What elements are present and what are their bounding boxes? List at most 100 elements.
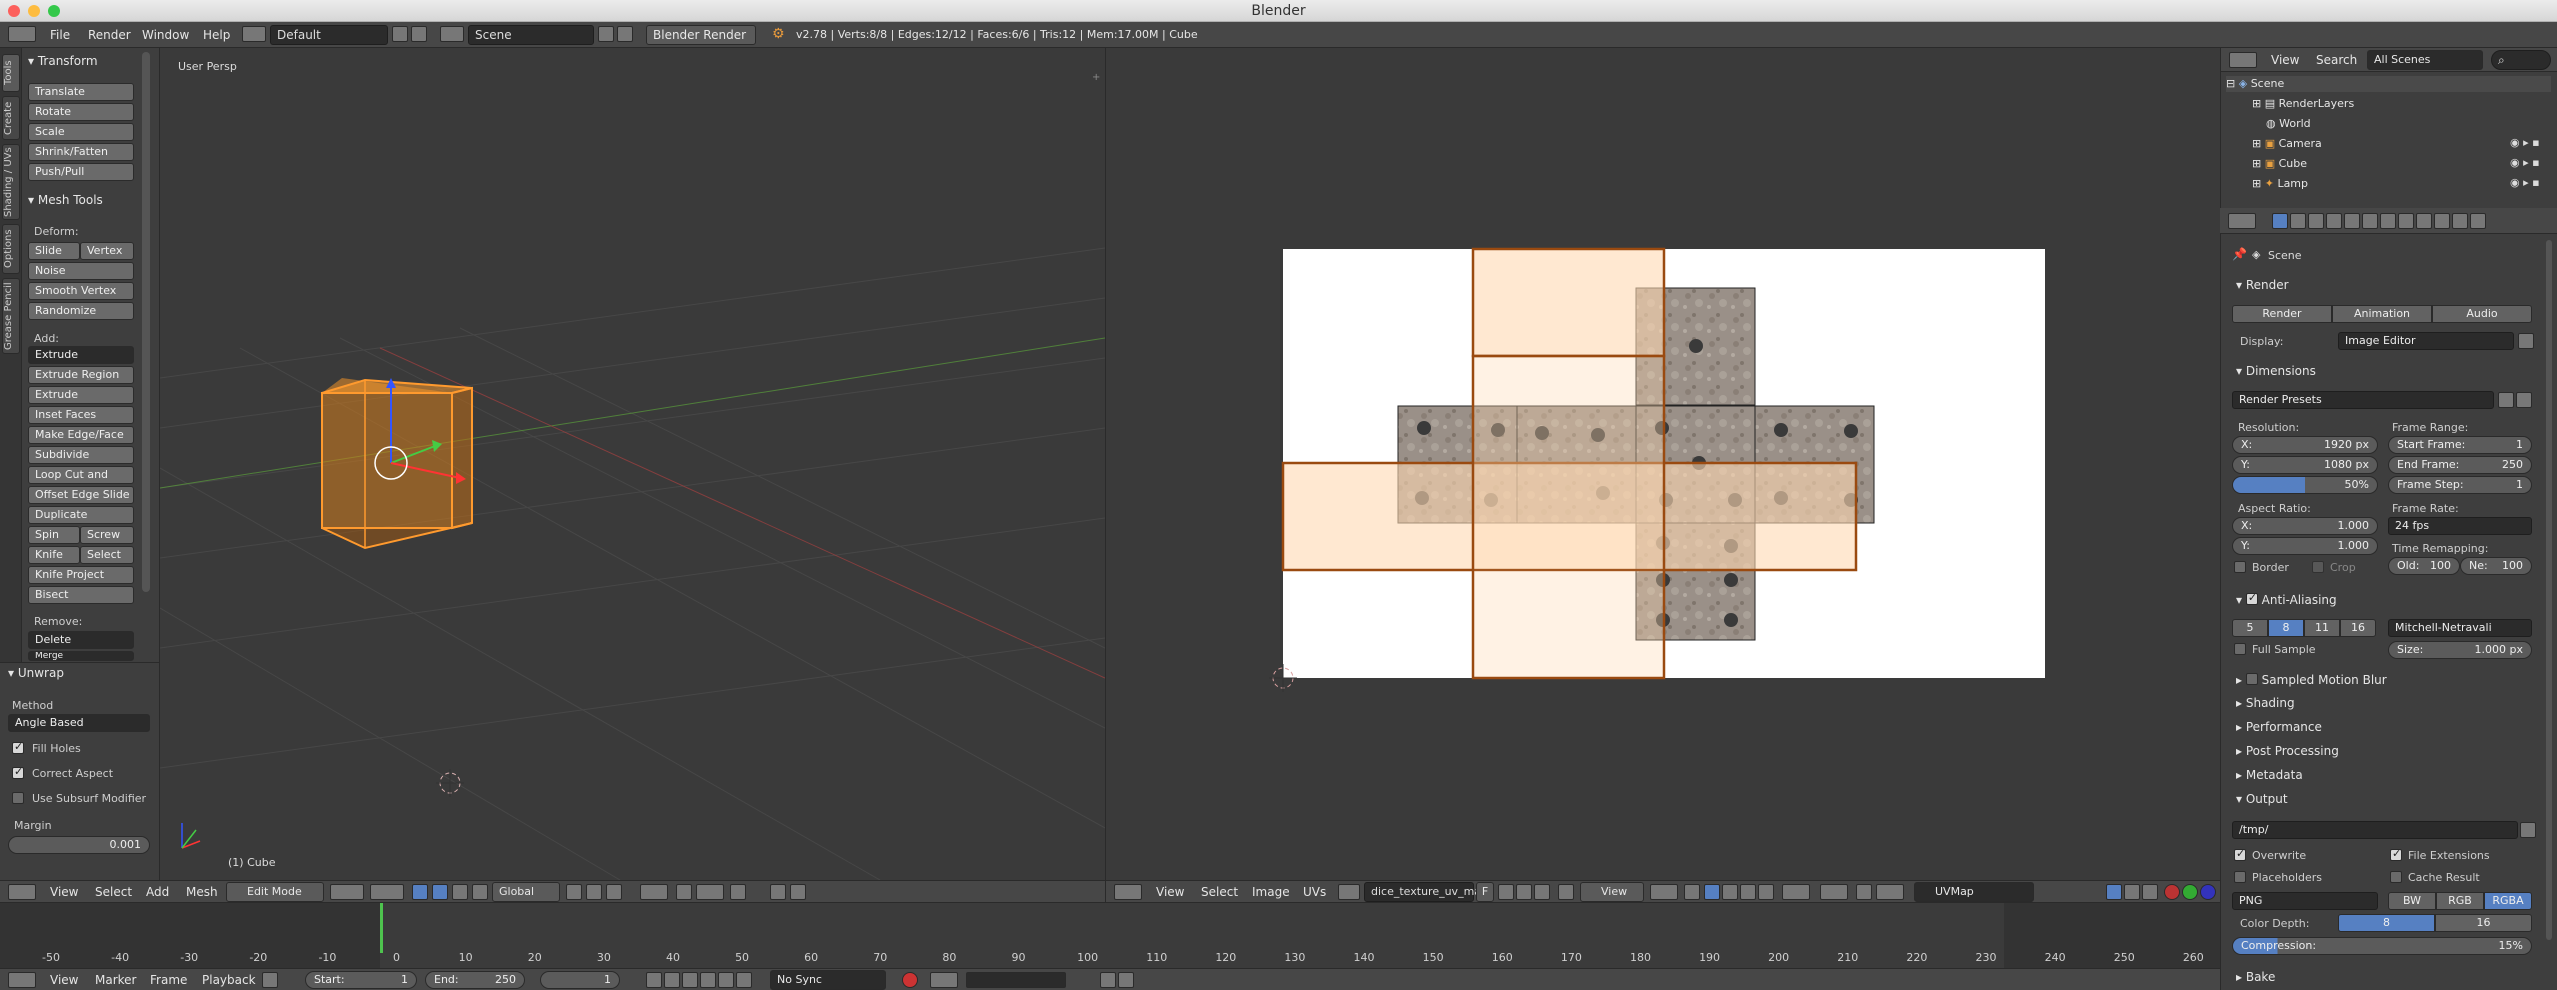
data-tab-icon[interactable] <box>2398 213 2414 229</box>
placeholders-checkbox[interactable] <box>2234 871 2246 883</box>
merge-menu[interactable]: Merge <box>28 651 134 661</box>
performance-panel-header[interactable]: ▸ Performance <box>2236 720 2322 734</box>
subdivide-button[interactable]: Subdivide <box>28 446 134 464</box>
scale-manipulator-icon[interactable] <box>472 884 488 900</box>
scale-button[interactable]: Scale <box>28 123 134 141</box>
frame-step-prop[interactable]: Frame Step: 1 <box>2388 476 2532 494</box>
3d-viewport[interactable]: User Persp (1) Cube + <box>160 48 1105 880</box>
render-layers-tab-icon[interactable] <box>2290 213 2306 229</box>
camera-visibility-icon[interactable]: ◉ ▸ ▪ <box>2510 136 2540 149</box>
object-tab-icon[interactable] <box>2344 213 2360 229</box>
editor-type-outliner-icon[interactable] <box>2229 52 2257 68</box>
crop-checkbox[interactable] <box>2312 561 2324 573</box>
extrude-region-button[interactable]: Extrude Region <box>28 366 134 384</box>
remove-scene-icon[interactable] <box>617 26 633 42</box>
current-frame-marker[interactable] <box>380 903 383 953</box>
knife-select-button[interactable]: Select <box>80 546 134 564</box>
add-preset-icon[interactable] <box>2498 392 2514 408</box>
render-presets-select[interactable]: Render Presets <box>2232 391 2494 409</box>
face-select-icon[interactable] <box>606 884 622 900</box>
loop-cut-slide-button[interactable]: Loop Cut and Slide <box>28 466 134 497</box>
timeline-menu-view[interactable]: View <box>50 973 78 987</box>
constraints-tab-icon[interactable] <box>2362 213 2378 229</box>
uv-image-editor[interactable] <box>1105 48 2220 880</box>
lamp-visibility-icon[interactable]: ◉ ▸ ▪ <box>2510 176 2540 189</box>
remove-preset-icon[interactable] <box>2516 392 2532 408</box>
uv-menu-image[interactable]: Image <box>1252 885 1290 899</box>
dimensions-panel-header[interactable]: ▾ Dimensions <box>2236 364 2316 378</box>
file-format-select[interactable]: PNG <box>2232 892 2378 910</box>
green-channel-icon[interactable] <box>2182 884 2198 900</box>
uv-island-select-icon[interactable] <box>1758 884 1774 900</box>
post-processing-panel-header[interactable]: ▸ Post Processing <box>2236 744 2339 758</box>
transform-orientation-select[interactable]: Global <box>492 882 560 902</box>
interaction-mode-select[interactable]: Edit Mode <box>226 882 324 902</box>
shading-panel-header[interactable]: ▸ Shading <box>2236 696 2295 710</box>
proportional-edit-icon[interactable] <box>640 884 668 900</box>
spin-button[interactable]: Spin <box>28 526 80 544</box>
fill-holes-checkbox[interactable] <box>12 740 24 754</box>
sync-selection-icon[interactable] <box>1684 884 1700 900</box>
tab-shading-uvs[interactable]: Shading / UVs <box>2 144 20 220</box>
aa-samples-16[interactable]: 16 <box>2340 619 2376 637</box>
render-audio-button[interactable]: Audio <box>2432 305 2532 323</box>
aspect-x-field[interactable]: X: 1.000 <box>2232 517 2378 535</box>
panel-mesh-tools-header[interactable]: ▾ Mesh Tools <box>28 193 103 207</box>
texture-tab-icon[interactable] <box>2434 213 2450 229</box>
3d-menu-mesh[interactable]: Mesh <box>186 885 218 899</box>
scene-tab-icon[interactable] <box>2308 213 2324 229</box>
delete-keyframe-icon[interactable] <box>1118 972 1134 988</box>
resolution-y-field[interactable]: Y: 1080 px <box>2232 456 2378 474</box>
time-new-field[interactable]: Ne: 100 <box>2460 557 2532 575</box>
screen-layout-field[interactable]: Default <box>270 25 388 45</box>
outliner-row-lamp[interactable]: ⊞ ✦ Lamp <box>2252 176 2308 192</box>
3d-menu-select[interactable]: Select <box>95 885 132 899</box>
file-extensions-checkbox[interactable] <box>2390 847 2402 861</box>
full-sample-checkbox[interactable] <box>2234 643 2246 655</box>
resolution-x-field[interactable]: X: 1920 px <box>2232 436 2378 454</box>
pin-icon[interactable]: 📌 <box>2232 247 2247 261</box>
timeline[interactable]: -50 -40 -30 -20 -10 0 10 20 30 40 50 60 70 80 90 100 110… <box>0 902 2342 970</box>
outliner-search-input[interactable]: ⌕ <box>2491 50 2551 70</box>
inset-faces-button[interactable]: Inset Faces <box>28 406 134 424</box>
offset-edge-slide-button[interactable]: Offset Edge Slide <box>28 486 134 504</box>
uv-menu-uvs[interactable]: UVs <box>1303 885 1326 899</box>
extrude-menu[interactable]: Extrude <box>28 346 134 364</box>
margin-field[interactable]: 0.001 <box>8 836 150 854</box>
aa-filter-select[interactable]: Mitchell-Netravali <box>2388 619 2532 637</box>
add-scene-icon[interactable] <box>598 26 614 42</box>
border-checkbox[interactable] <box>2234 561 2246 573</box>
auto-keyframe-icon[interactable] <box>902 972 918 988</box>
cache-result-checkbox[interactable] <box>2390 871 2402 883</box>
render-image-button[interactable]: Render <box>2232 305 2332 323</box>
render-display-select[interactable]: Image Editor <box>2338 332 2514 350</box>
outliner-row-cube[interactable]: ⊞ ▣ Cube <box>2252 156 2307 172</box>
red-channel-icon[interactable] <box>2164 884 2180 900</box>
z-channel-icon[interactable] <box>2142 884 2158 900</box>
timeline-menu-marker[interactable]: Marker <box>95 973 136 987</box>
blue-channel-icon[interactable] <box>2200 884 2216 900</box>
color-rgba-button[interactable]: RGBA <box>2484 892 2532 910</box>
time-old-field[interactable]: Old: 100 <box>2388 557 2460 575</box>
image-name-field[interactable]: dice_texture_uv_ma... <box>1364 882 1492 902</box>
panel-transform-header[interactable]: ▾ Transform <box>28 54 98 68</box>
tab-grease-pencil[interactable]: Grease Pencil <box>2 278 20 354</box>
snap-icon[interactable] <box>676 884 692 900</box>
duplicate-button[interactable]: Duplicate <box>28 506 134 524</box>
vertex-select-icon[interactable] <box>566 884 582 900</box>
display-channels-icon[interactable] <box>2106 884 2122 900</box>
edge-select-icon[interactable] <box>586 884 602 900</box>
output-panel-header[interactable]: ▾ Output <box>2236 792 2288 806</box>
tab-tools[interactable]: Tools <box>2 54 20 92</box>
bisect-button[interactable]: Bisect <box>28 586 134 604</box>
screw-button[interactable]: Screw <box>80 526 134 544</box>
outliner-row-camera[interactable]: ⊞ ▣ Camera <box>2252 136 2322 152</box>
uv-edge-select-icon[interactable] <box>1722 884 1738 900</box>
cube-visibility-icon[interactable]: ◉ ▸ ▪ <box>2510 156 2540 169</box>
sync-mode-select[interactable]: No Sync <box>770 970 886 990</box>
properties-scrollbar[interactable] <box>2546 240 2552 940</box>
editor-type-3d-icon[interactable] <box>8 884 36 900</box>
3d-menu-view[interactable]: View <box>50 885 78 899</box>
translate-button[interactable]: Translate <box>28 83 134 101</box>
push-pull-button[interactable]: Push/Pull <box>28 163 134 181</box>
